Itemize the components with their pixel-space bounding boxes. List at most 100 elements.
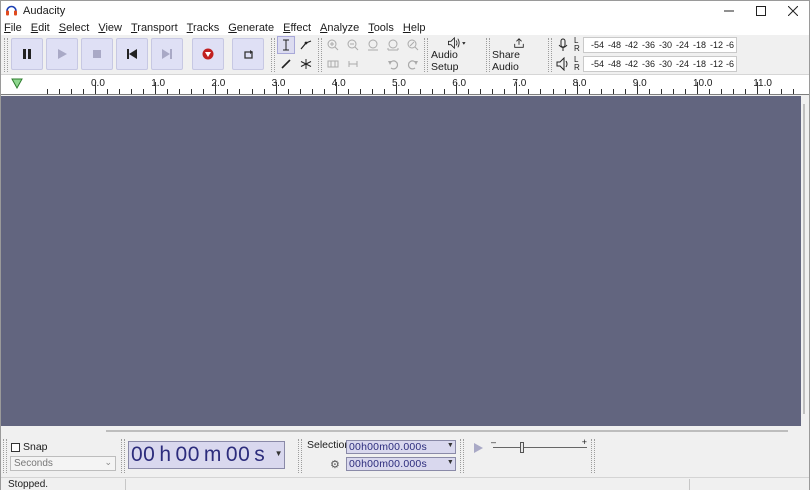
- ruler-tick: [733, 89, 735, 94]
- toolbar-grip[interactable]: [121, 439, 125, 473]
- chevron-down-icon: ⌄: [104, 457, 112, 467]
- pause-button[interactable]: [11, 38, 43, 70]
- ruler-label: 6.0: [452, 78, 467, 89]
- zoom-toggle-button[interactable]: [404, 36, 422, 54]
- ruler-tick: [287, 89, 289, 94]
- toolbar: Audio Setup Share Audio LR -54 -48 -42 -…: [1, 35, 809, 75]
- snap-toggle[interactable]: Snap: [11, 441, 48, 453]
- minimize-icon: [724, 10, 734, 11]
- redo-button[interactable]: [404, 55, 422, 73]
- menu-edit[interactable]: Edit: [31, 22, 55, 34]
- menu-view[interactable]: View: [98, 22, 127, 34]
- ruler-tick: [131, 89, 133, 94]
- toolbar-grip[interactable]: [486, 38, 490, 72]
- playback-meter[interactable]: LR -54 -48 -42 -36 -30 -24 -18 -12 -6: [556, 55, 737, 73]
- dropdown-arrow-icon[interactable]: ▼: [447, 459, 454, 466]
- playback-speed-slider[interactable]: – +: [491, 437, 587, 454]
- selection-end-field[interactable]: 00h00m00.000s ▼: [346, 457, 456, 471]
- play-button[interactable]: [46, 38, 78, 70]
- menu-file[interactable]: File: [4, 22, 27, 34]
- selection-start-field[interactable]: 00h00m00.000s ▼: [346, 440, 456, 454]
- menu-tools[interactable]: Tools: [368, 22, 399, 34]
- meter-label: -30: [659, 40, 673, 50]
- track-area[interactable]: [1, 96, 801, 426]
- maximize-button[interactable]: [745, 1, 777, 20]
- vertical-scroll-thumb[interactable]: [803, 104, 805, 414]
- audio-setup-button[interactable]: Audio Setup: [431, 37, 483, 73]
- toolbar-grip[interactable]: [460, 439, 464, 473]
- record-icon: [202, 48, 214, 60]
- minus-icon: –: [491, 437, 497, 447]
- recording-meter[interactable]: LR -54 -48 -42 -36 -30 -24 -18 -12 -6: [556, 36, 737, 54]
- slider-thumb[interactable]: [520, 442, 524, 453]
- horizontal-scrollbar[interactable]: [1, 426, 809, 436]
- playback-meter-scale[interactable]: -54 -48 -42 -36 -30 -24 -18 -12 -6: [583, 56, 737, 72]
- zoom-in-button[interactable]: [324, 36, 342, 54]
- dropdown-arrow-icon[interactable]: ▼: [447, 442, 454, 449]
- snap-checkbox[interactable]: [11, 442, 20, 452]
- minimize-button[interactable]: [713, 1, 745, 20]
- silence-button[interactable]: [344, 55, 362, 73]
- ruler-label: 1.0: [151, 78, 166, 89]
- snap-unit-select[interactable]: Seconds ⌄: [10, 456, 116, 471]
- horizontal-scroll-thumb[interactable]: [106, 430, 788, 432]
- selection-label: Selection: [307, 439, 351, 451]
- record-button[interactable]: [192, 38, 224, 70]
- skip-start-button[interactable]: [116, 38, 148, 70]
- ruler-label: 10.0: [693, 78, 713, 89]
- dropdown-arrow-icon[interactable]: ▼: [275, 449, 283, 458]
- toolbar-grip[interactable]: [548, 38, 552, 72]
- play-at-speed-button[interactable]: [468, 440, 488, 455]
- undo-button[interactable]: [384, 55, 402, 73]
- envelope-tool[interactable]: [297, 36, 315, 54]
- menu-select[interactable]: Select: [59, 22, 95, 34]
- loop-button[interactable]: [232, 38, 264, 70]
- vertical-scrollbar[interactable]: [801, 96, 808, 426]
- skip-end-button[interactable]: [151, 38, 183, 70]
- menu-analyze[interactable]: Analyze: [320, 22, 364, 34]
- toolbar-grip[interactable]: [591, 439, 595, 473]
- ruler-tick: [155, 82, 157, 94]
- undo-icon: [388, 60, 399, 70]
- menu-transport[interactable]: Transport: [131, 22, 183, 34]
- timeline-ruler[interactable]: 0.0 1.0 2.0 3.0 4.0 5.0 6.0 7.0 8.0 9.0 10.0 11.0: [1, 75, 809, 95]
- ruler-tick: [396, 82, 397, 94]
- skip-end-icon: [162, 49, 172, 59]
- recording-meter-scale[interactable]: -54 -48 -42 -36 -30 -24 -18 -12 -6: [583, 37, 737, 53]
- app-window: Audacity File Edit Select View Transport…: [0, 0, 810, 490]
- toolbar-grip[interactable]: [4, 38, 8, 72]
- status-bar: Stopped.: [1, 477, 809, 490]
- ruler-tick: [660, 89, 662, 94]
- trim-button[interactable]: [324, 55, 342, 73]
- time-display[interactable]: 00 h 00 m 00 s ▼: [128, 441, 285, 469]
- close-icon: [788, 5, 798, 16]
- stop-button[interactable]: [81, 38, 113, 70]
- toolbar-grip[interactable]: [271, 38, 275, 72]
- ruler-label: 2.0: [211, 78, 226, 89]
- toolbar-grip[interactable]: [318, 38, 322, 72]
- meter-label: -36: [642, 59, 656, 69]
- multi-tool[interactable]: [297, 55, 315, 73]
- menu-tracks[interactable]: Tracks: [187, 22, 225, 34]
- zoom-out-button[interactable]: [344, 36, 362, 54]
- toolbar-grip[interactable]: [3, 439, 7, 473]
- play-head-icon[interactable]: [11, 78, 23, 89]
- toolbar-grip[interactable]: [424, 38, 428, 72]
- upload-icon: [514, 38, 524, 48]
- fit-project-button[interactable]: [384, 36, 402, 54]
- toolbar-grip[interactable]: [298, 439, 302, 473]
- skip-start-icon: [127, 49, 137, 59]
- ruler-tick: [468, 89, 470, 94]
- fit-selection-button[interactable]: [364, 36, 382, 54]
- ruler-label: 9.0: [632, 78, 647, 89]
- selection-tool[interactable]: [277, 36, 295, 54]
- menu-help[interactable]: Help: [403, 22, 431, 34]
- close-button[interactable]: [777, 1, 809, 20]
- draw-tool[interactable]: [277, 55, 295, 73]
- menu-effect[interactable]: Effect: [283, 22, 316, 34]
- menu-generate[interactable]: Generate: [228, 22, 279, 34]
- ruler-label: 7.0: [512, 78, 527, 89]
- share-audio-button[interactable]: Share Audio: [492, 37, 546, 73]
- gear-icon[interactable]: ⚙: [330, 458, 340, 471]
- ruler-tick: [323, 89, 325, 94]
